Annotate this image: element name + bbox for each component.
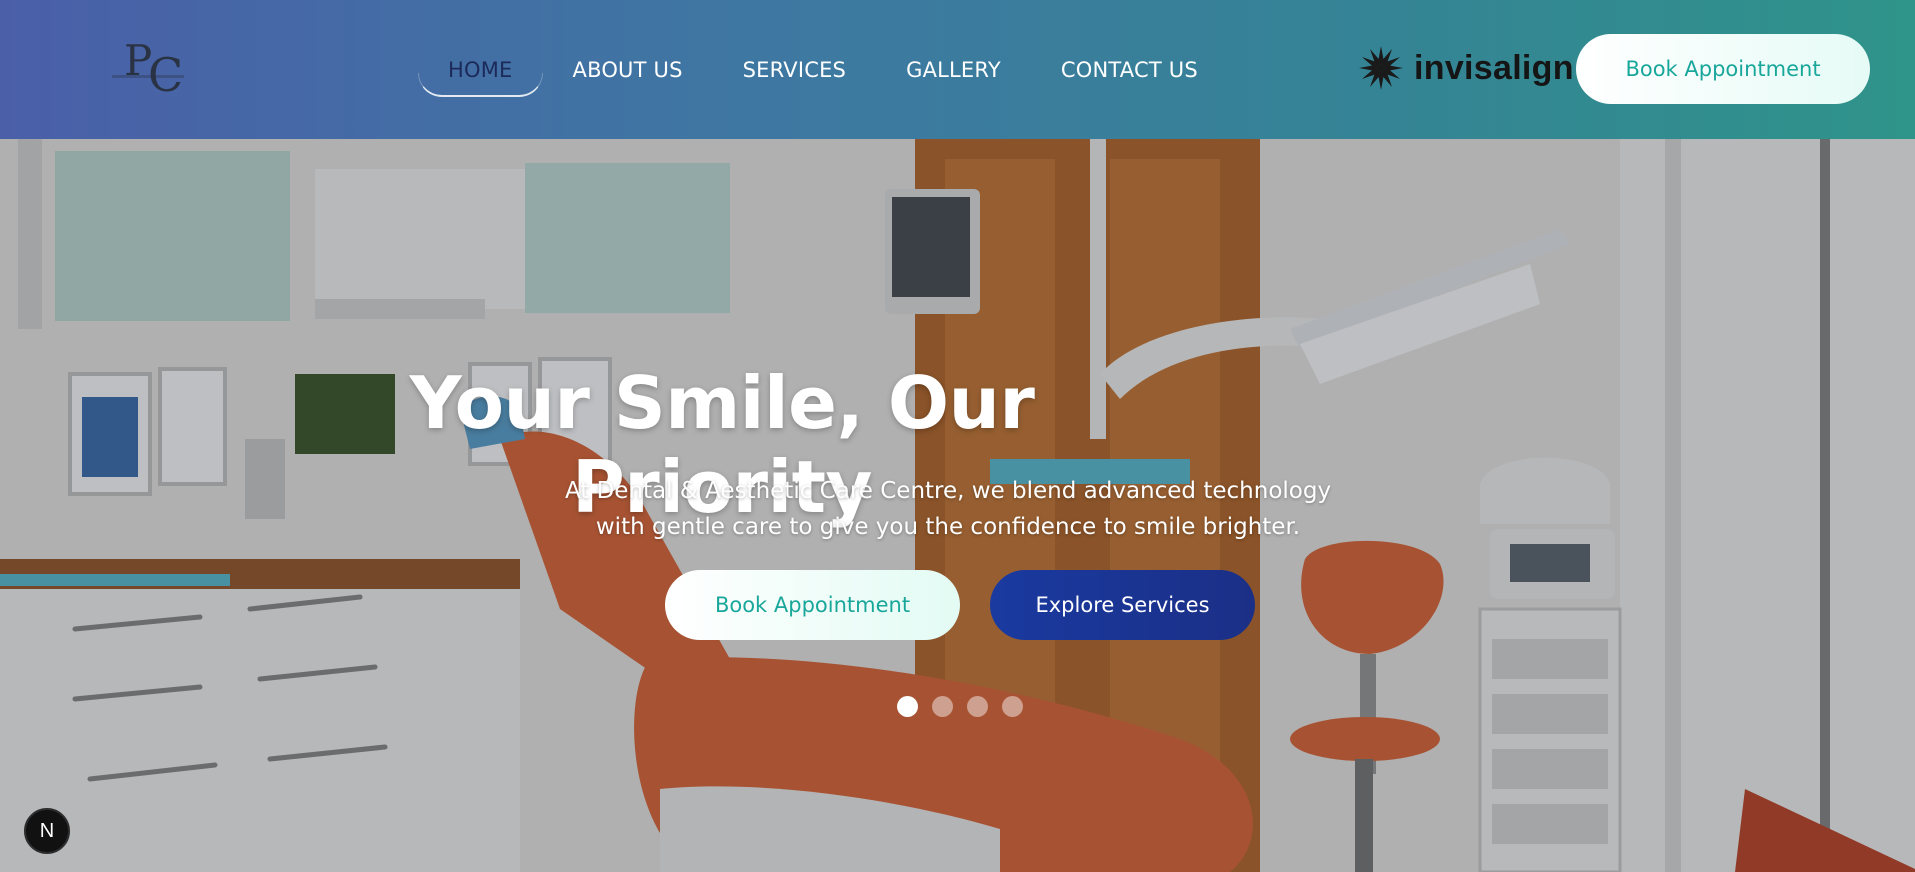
main-nav: HOME ABOUT US SERVICES GALLERY CONTACT U… — [418, 46, 1228, 98]
nav-item-contact-us[interactable]: CONTACT US — [1031, 46, 1228, 94]
invisalign-wordmark: invisalign — [1414, 48, 1574, 87]
hero-book-appointment-button[interactable]: Book Appointment — [665, 570, 960, 640]
carousel-dot-2[interactable] — [932, 696, 953, 717]
carousel-dot-3[interactable] — [967, 696, 988, 717]
site-header: P C HOME ABOUT US SERVICES GALLERY CONTA… — [0, 0, 1915, 139]
carousel-dots — [897, 696, 1023, 717]
nav-item-gallery[interactable]: GALLERY — [876, 46, 1031, 94]
header-book-appointment-button[interactable]: Book Appointment — [1576, 34, 1870, 104]
n-floating-badge[interactable]: N — [24, 808, 70, 854]
hero-explore-services-button[interactable]: Explore Services — [990, 570, 1255, 640]
nav-item-services[interactable]: SERVICES — [713, 46, 876, 94]
invisalign-star-icon — [1359, 46, 1403, 90]
page: P C HOME ABOUT US SERVICES GALLERY CONTA… — [0, 0, 1915, 872]
site-logo[interactable]: P C — [108, 36, 188, 102]
hero-subtitle: At Dental & Aesthetic Care Centre, we bl… — [564, 478, 1332, 540]
nav-item-home[interactable]: HOME — [418, 46, 543, 97]
logo-fine-text — [112, 75, 184, 78]
hero-section: Your Smile, Our Priority At Dental & Aes… — [0, 139, 1915, 872]
carousel-dot-1[interactable] — [897, 696, 918, 717]
invisalign-brand[interactable]: invisalign — [1356, 40, 1574, 96]
nav-item-about-us[interactable]: ABOUT US — [543, 46, 713, 94]
carousel-dot-4[interactable] — [1002, 696, 1023, 717]
